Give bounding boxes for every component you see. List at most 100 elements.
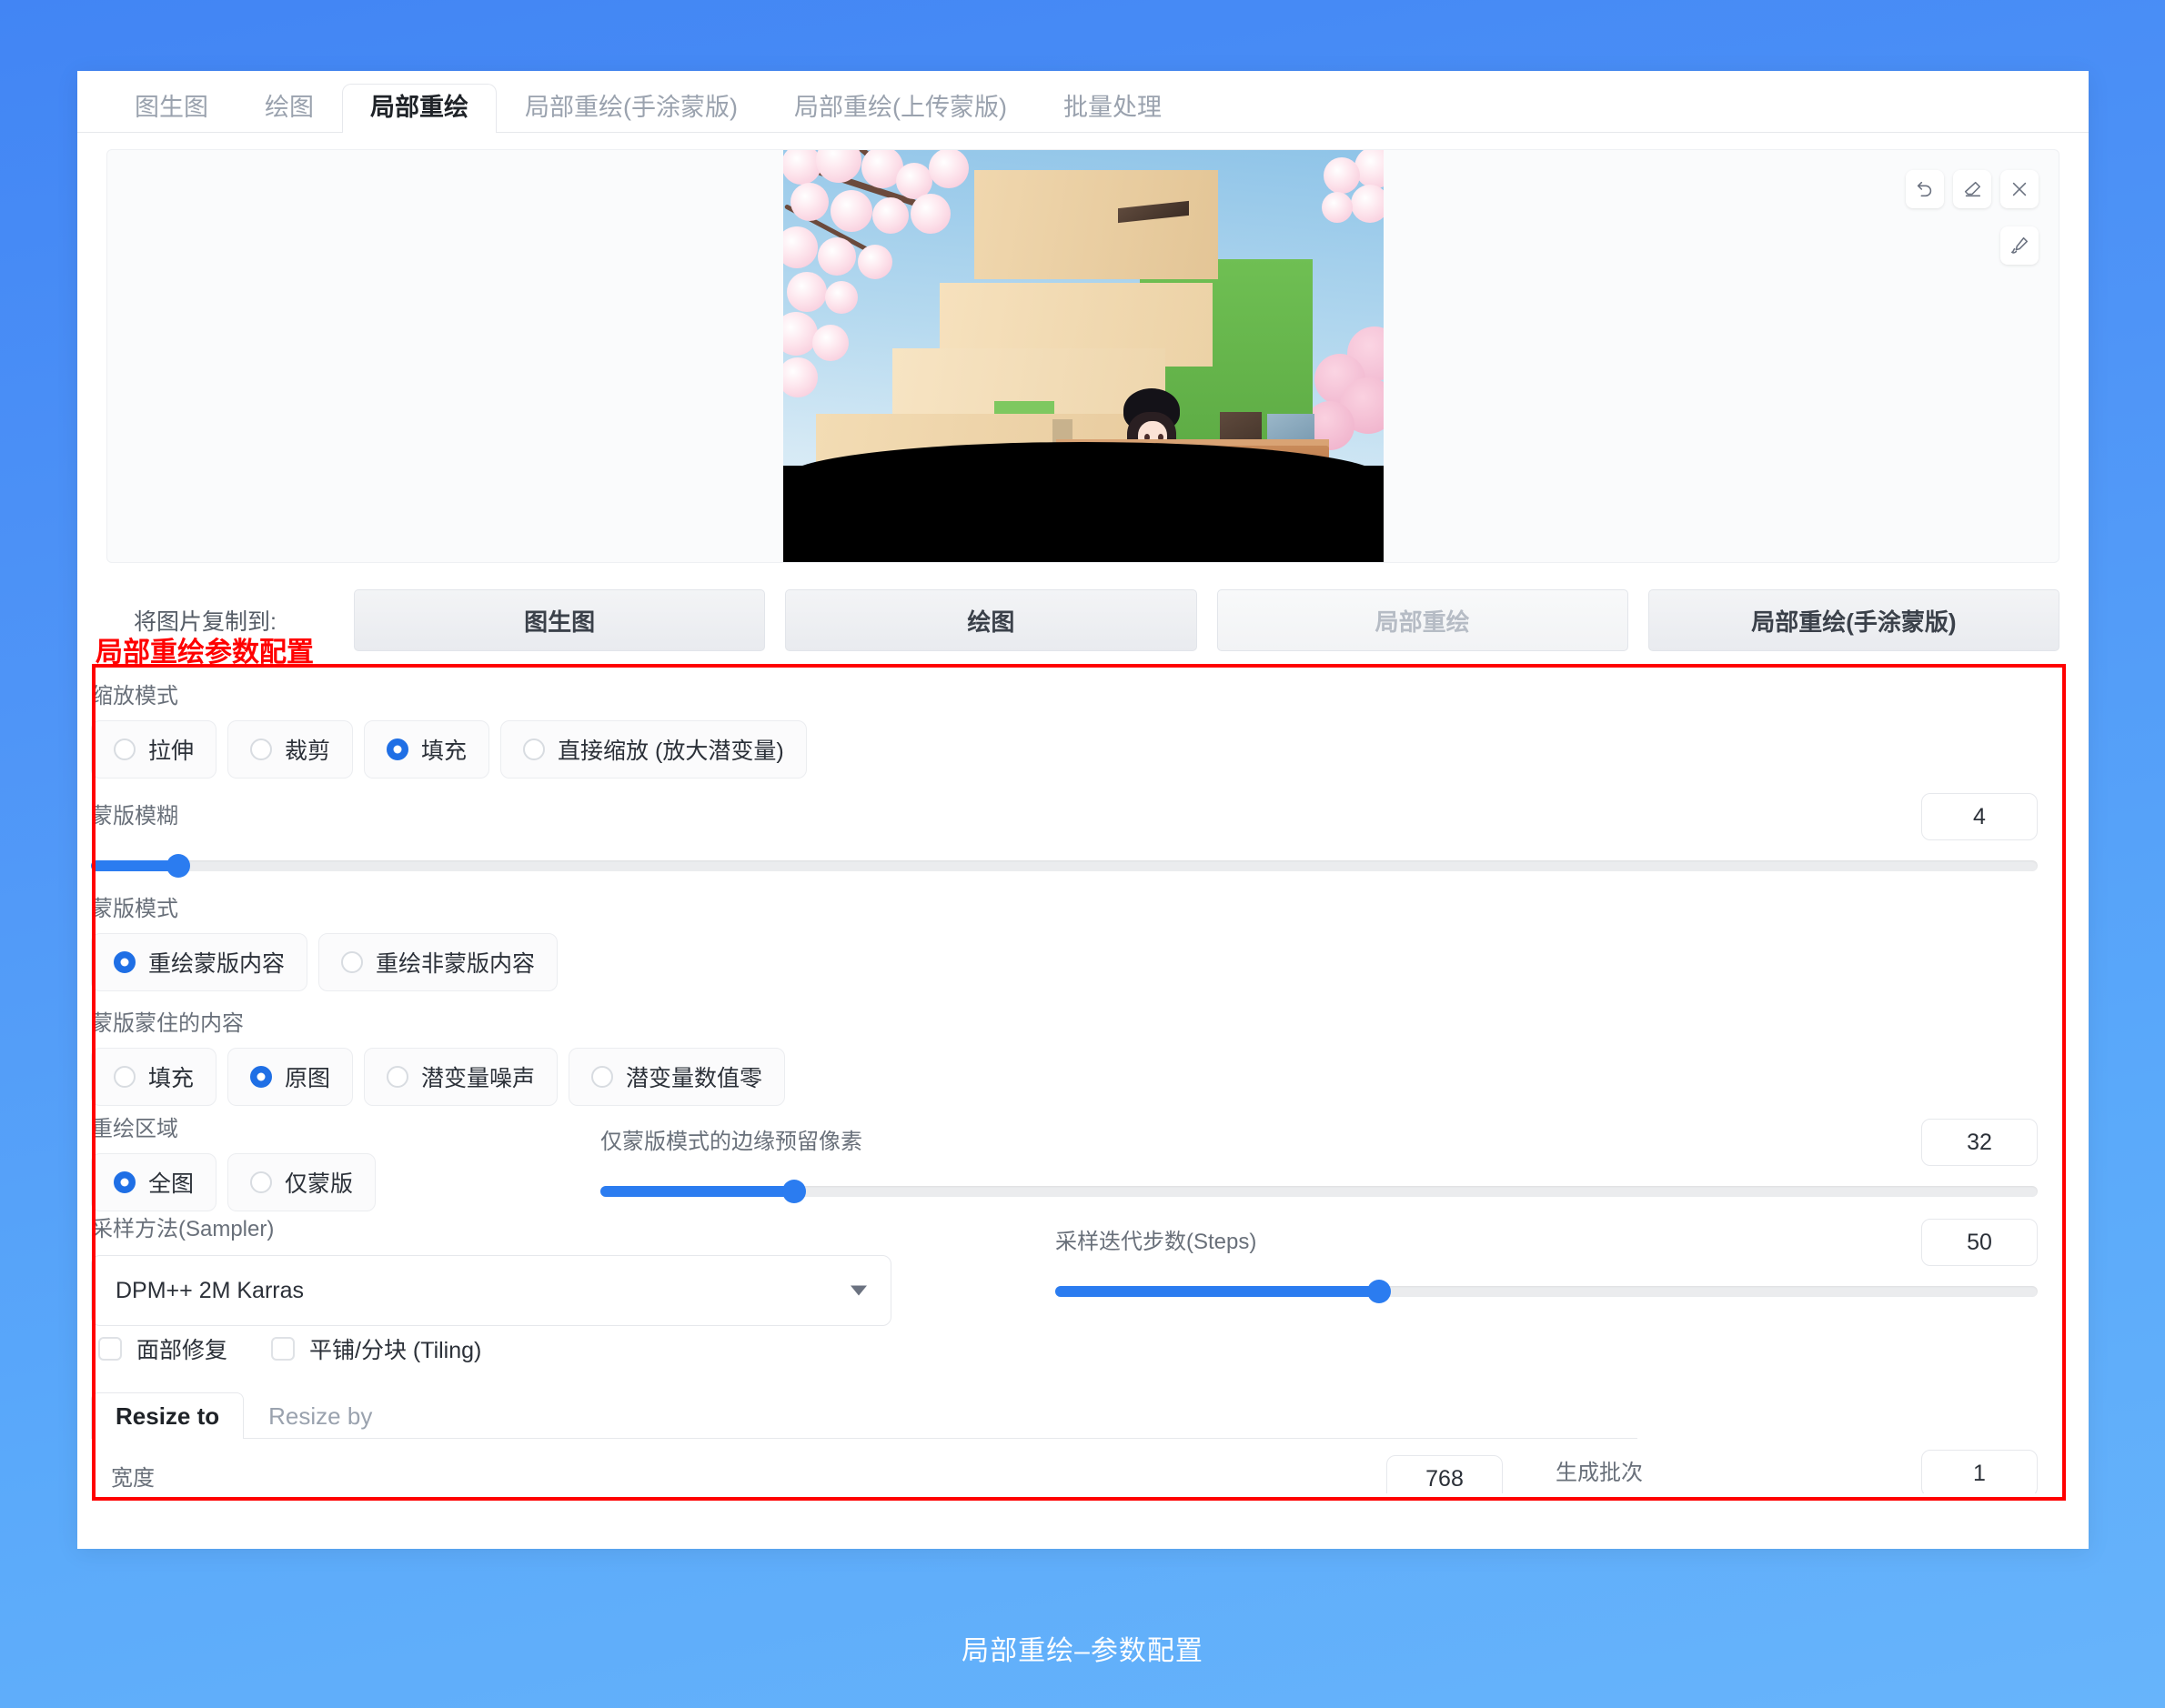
masked-content-option-latent-zero[interactable]: 潜变量数值零	[569, 1048, 786, 1106]
slider-fill	[91, 860, 179, 871]
option-label: 潜变量数值零	[626, 1066, 763, 1091]
radio-icon	[387, 738, 409, 760]
sampler-select[interactable]: DPM++ 2M Karras	[91, 1255, 891, 1326]
stage-brush-toolbar	[2000, 226, 2039, 265]
image-preview-stage[interactable]	[106, 149, 2059, 563]
masked-content-group: 蒙版蒙住的内容 填充 原图 潜变量噪声 潜变量数值零	[91, 1013, 1001, 1106]
undo-icon[interactable]	[1906, 170, 1944, 208]
radio-icon	[250, 1066, 273, 1088]
radio-icon	[250, 1171, 273, 1193]
copy-to-inpaint-sketch-button[interactable]: 局部重绘(手涂蒙版)	[1647, 589, 2059, 651]
inpaint-area-option-whole[interactable]: 全图	[91, 1153, 217, 1211]
width-label: 宽度	[111, 1466, 155, 1491]
inpaint-area-option-only-masked[interactable]: 仅蒙版	[227, 1153, 377, 1211]
option-label: 填充	[148, 1066, 195, 1091]
slider-fill	[600, 1186, 795, 1197]
mask-mode-group: 蒙版模式 重绘蒙版内容 重绘非蒙版内容	[91, 899, 910, 991]
option-label: 直接缩放 (放大潜变量)	[558, 738, 784, 764]
mask-blur-label: 蒙版模糊	[91, 804, 178, 829]
batch-count-label: 生成批次	[1556, 1461, 1643, 1485]
checkbox-label: 平铺/分块 (Tiling)	[309, 1338, 482, 1363]
inpaint-area-label: 重绘区域	[91, 1117, 178, 1141]
width-value[interactable]: 768	[1386, 1455, 1503, 1493]
masked-content-option-fill[interactable]: 填充	[91, 1048, 217, 1106]
tab-batch[interactable]: 批量处理	[1035, 84, 1190, 133]
steps-value[interactable]: 50	[1921, 1219, 2038, 1266]
radio-icon	[591, 1066, 614, 1088]
main-tabbar: 图生图 绘图 局部重绘 局部重绘(手涂蒙版) 局部重绘(上传蒙版) 批量处理	[77, 71, 2089, 133]
subtab-resize-by[interactable]: Resize by	[244, 1392, 397, 1439]
option-label: 拉伸	[148, 738, 195, 764]
tab-img2img[interactable]: 图生图	[106, 84, 237, 133]
resize-mode-option-crop[interactable]: 裁剪	[227, 720, 354, 779]
steps-slider[interactable]	[1055, 1280, 2038, 1303]
option-label: 重绘非蒙版内容	[376, 951, 536, 977]
inpaint-area-group: 重绘区域 全图 仅蒙版	[91, 1119, 600, 1211]
sampler-label: 采样方法(Sampler)	[91, 1217, 275, 1241]
checkbox-label: 面部修复	[136, 1338, 228, 1363]
restore-faces-checkbox[interactable]: 面部修复	[98, 1332, 227, 1365]
mask-padding-value[interactable]: 32	[1921, 1119, 2038, 1166]
mask-blur-group: 蒙版模糊 4	[91, 793, 2038, 878]
resize-mode-label: 缩放模式	[91, 684, 178, 708]
sampler-group: 采样方法(Sampler) DPM++ 2M Karras	[91, 1219, 891, 1326]
batch-count-value[interactable]: 1	[1921, 1450, 2038, 1493]
tab-inpaint[interactable]: 局部重绘	[342, 84, 497, 133]
masked-content-option-latent-noise[interactable]: 潜变量噪声	[364, 1048, 559, 1106]
mask-mode-option-inpaint-not-masked[interactable]: 重绘非蒙版内容	[318, 933, 559, 991]
checkbox-icon	[98, 1337, 122, 1361]
resize-mode-option-fill[interactable]: 填充	[364, 720, 490, 779]
tab-inpaint-sketch[interactable]: 局部重绘(手涂蒙版)	[497, 84, 766, 133]
option-label: 重绘蒙版内容	[148, 951, 286, 977]
slider-knob[interactable]	[1367, 1280, 1392, 1303]
tab-sketch[interactable]: 绘图	[237, 84, 342, 133]
toggles-row: 面部修复 平铺/分块 (Tiling)	[98, 1332, 481, 1365]
checkbox-icon	[271, 1337, 296, 1361]
subtab-resize-to[interactable]: Resize to	[91, 1392, 245, 1439]
radio-icon	[114, 1171, 136, 1193]
sampler-value: DPM++ 2M Karras	[116, 1277, 305, 1303]
resize-mode-group: 缩放模式 拉伸 裁剪 填充 直接缩放 (放大潜变量)	[91, 686, 1001, 779]
masked-content-label: 蒙版蒙住的内容	[91, 1011, 244, 1036]
mask-padding-group: 仅蒙版模式的边缘预留像素 32	[600, 1119, 2038, 1203]
resize-mode-option-stretch[interactable]: 拉伸	[91, 720, 217, 779]
masked-content-option-original[interactable]: 原图	[227, 1048, 354, 1106]
option-label: 全图	[148, 1171, 195, 1197]
tiling-checkbox[interactable]: 平铺/分块 (Tiling)	[271, 1332, 481, 1365]
copy-image-row: 将图片复制到: 图生图 绘图 局部重绘 局部重绘(手涂蒙版)	[106, 587, 2059, 654]
brush-icon[interactable]	[2000, 226, 2039, 265]
radio-icon	[250, 738, 273, 760]
mask-padding-label: 仅蒙版模式的边缘预留像素	[600, 1130, 862, 1154]
inpaint-mask-overlay	[782, 442, 1384, 562]
radio-icon	[114, 951, 136, 973]
width-group: 宽度 768	[111, 1455, 1503, 1493]
slider-knob[interactable]	[166, 854, 191, 878]
page-caption: 局部重绘–参数配置	[962, 1636, 1203, 1666]
tab-inpaint-upload[interactable]: 局部重绘(上传蒙版)	[766, 84, 1035, 133]
params-panel: 缩放模式 拉伸 裁剪 填充 直接缩放 (放大潜变量) 蒙版模糊 4 蒙版模式 重…	[91, 675, 2074, 1493]
preview-image	[782, 150, 1384, 562]
annotation-label: 局部重绘参数配置	[96, 638, 314, 668]
option-label: 仅蒙版	[285, 1171, 354, 1197]
slider-fill	[1055, 1286, 1380, 1297]
mask-padding-slider[interactable]	[600, 1180, 2038, 1203]
radio-icon	[114, 738, 136, 760]
steps-label: 采样迭代步数(Steps)	[1055, 1230, 1257, 1254]
mask-mode-label: 蒙版模式	[91, 897, 178, 921]
chevron-down-icon	[851, 1285, 867, 1296]
option-label: 潜变量噪声	[421, 1066, 536, 1091]
resize-subtabs: Resize to Resize by	[91, 1384, 1637, 1439]
eraser-icon[interactable]	[1953, 170, 1991, 208]
radio-icon	[114, 1066, 136, 1088]
copy-to-sketch-button[interactable]: 绘图	[785, 589, 1197, 651]
mask-mode-option-inpaint-masked[interactable]: 重绘蒙版内容	[91, 933, 308, 991]
resize-mode-option-latent[interactable]: 直接缩放 (放大潜变量)	[500, 720, 807, 779]
mask-blur-slider[interactable]	[91, 854, 2038, 878]
copy-to-img2img-button[interactable]: 图生图	[354, 589, 766, 651]
mask-blur-value[interactable]: 4	[1921, 793, 2038, 840]
close-icon[interactable]	[2000, 170, 2039, 208]
slider-knob[interactable]	[782, 1180, 807, 1203]
copy-to-inpaint-button[interactable]: 局部重绘	[1216, 589, 1628, 651]
steps-group: 采样迭代步数(Steps) 50	[1055, 1219, 2038, 1303]
radio-icon	[387, 1066, 409, 1088]
